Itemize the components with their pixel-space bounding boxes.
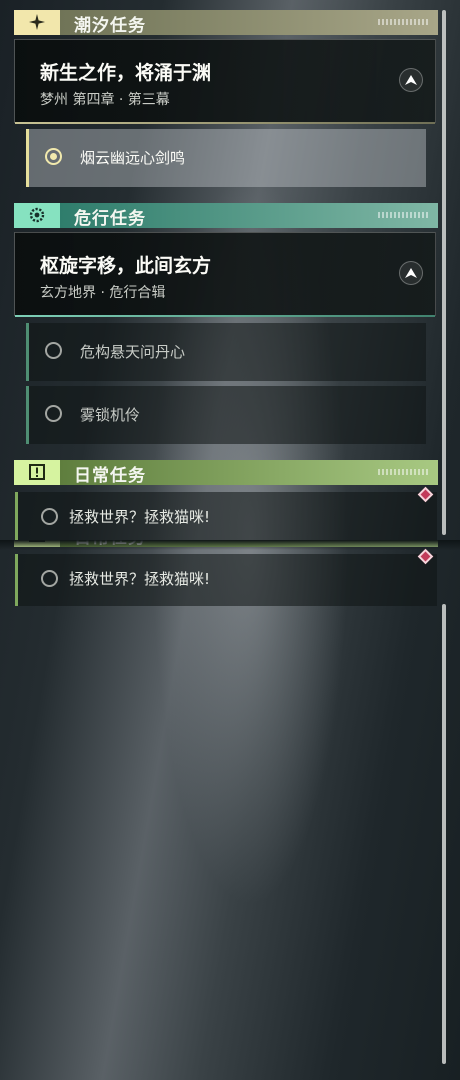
track-button[interactable] [399,261,423,285]
section-title: 潮汐任务 [74,16,146,36]
section-header-daily[interactable]: 日常任务 [14,540,438,548]
objective-item[interactable]: 拯救世界？拯救猫咪! [15,554,437,606]
scrollbar[interactable] [442,10,446,535]
decoration [378,212,430,218]
track-button[interactable] [399,68,423,92]
quest-tracker-bottom: 潮汐任务 新生之作，将涌于渊 梦州 第四章 · 第三幕 烟云幽远心剑鸣 危行任务… [0,540,460,1080]
radio-empty-icon [41,570,58,587]
quest-subtitle: 梦州 第四章 · 第三幕 [40,92,170,108]
objective-label: 烟云幽远心剑鸣 [80,149,186,167]
section-header-daily[interactable]: 日常任务 [14,460,438,486]
gear-eye-icon [29,207,45,223]
objective-item[interactable]: 烟云幽远心剑鸣 [26,129,426,187]
quest-card-tide[interactable]: 新生之作，将涌于渊 梦州 第四章 · 第三幕 [14,39,436,124]
objective-item[interactable]: 拯救世界？拯救猫咪! [15,492,437,540]
decoration [378,469,430,475]
sparkle-icon [29,14,45,30]
quest-card-danger[interactable]: 枢旋字移，此间玄方 玄方地界 · 危行合辑 [14,232,436,317]
quest-subtitle: 玄方地界 · 危行合辑 [40,285,166,301]
section-header-danger[interactable]: 危行任务 [14,203,438,229]
quest-title: 新生之作，将涌于渊 [40,62,212,84]
decoration [378,19,430,25]
navigate-arrow-icon [405,268,417,278]
objective-label: 拯救世界？拯救猫咪! [69,508,211,526]
section-header-tide[interactable]: 潮汐任务 [14,10,438,36]
navigate-arrow-icon [405,75,417,85]
radio-empty-icon [45,405,62,422]
scrollbar[interactable] [442,604,446,1064]
objective-label: 危构悬天问丹心 [80,343,186,361]
section-title: 日常任务 [74,540,146,548]
alert-box-icon [29,464,45,480]
alert-box-icon [29,540,45,542]
objective-item[interactable]: 雾锁机伶 [26,386,426,444]
radio-empty-icon [45,342,62,359]
section-title: 危行任务 [74,209,146,229]
radio-empty-icon [41,508,58,525]
objective-item[interactable]: 危构悬天问丹心 [26,323,426,381]
objective-label: 拯救世界？拯救猫咪! [69,570,211,588]
section-title: 日常任务 [74,466,146,486]
objective-label: 雾锁机伶 [80,406,141,424]
radio-selected-icon [45,148,62,165]
quest-tracker-top: 潮汐任务 新生之作，将涌于渊 梦州 第四章 · 第三幕 烟云幽远心剑鸣 危行任务… [0,0,460,540]
quest-title: 枢旋字移，此间玄方 [40,255,212,277]
